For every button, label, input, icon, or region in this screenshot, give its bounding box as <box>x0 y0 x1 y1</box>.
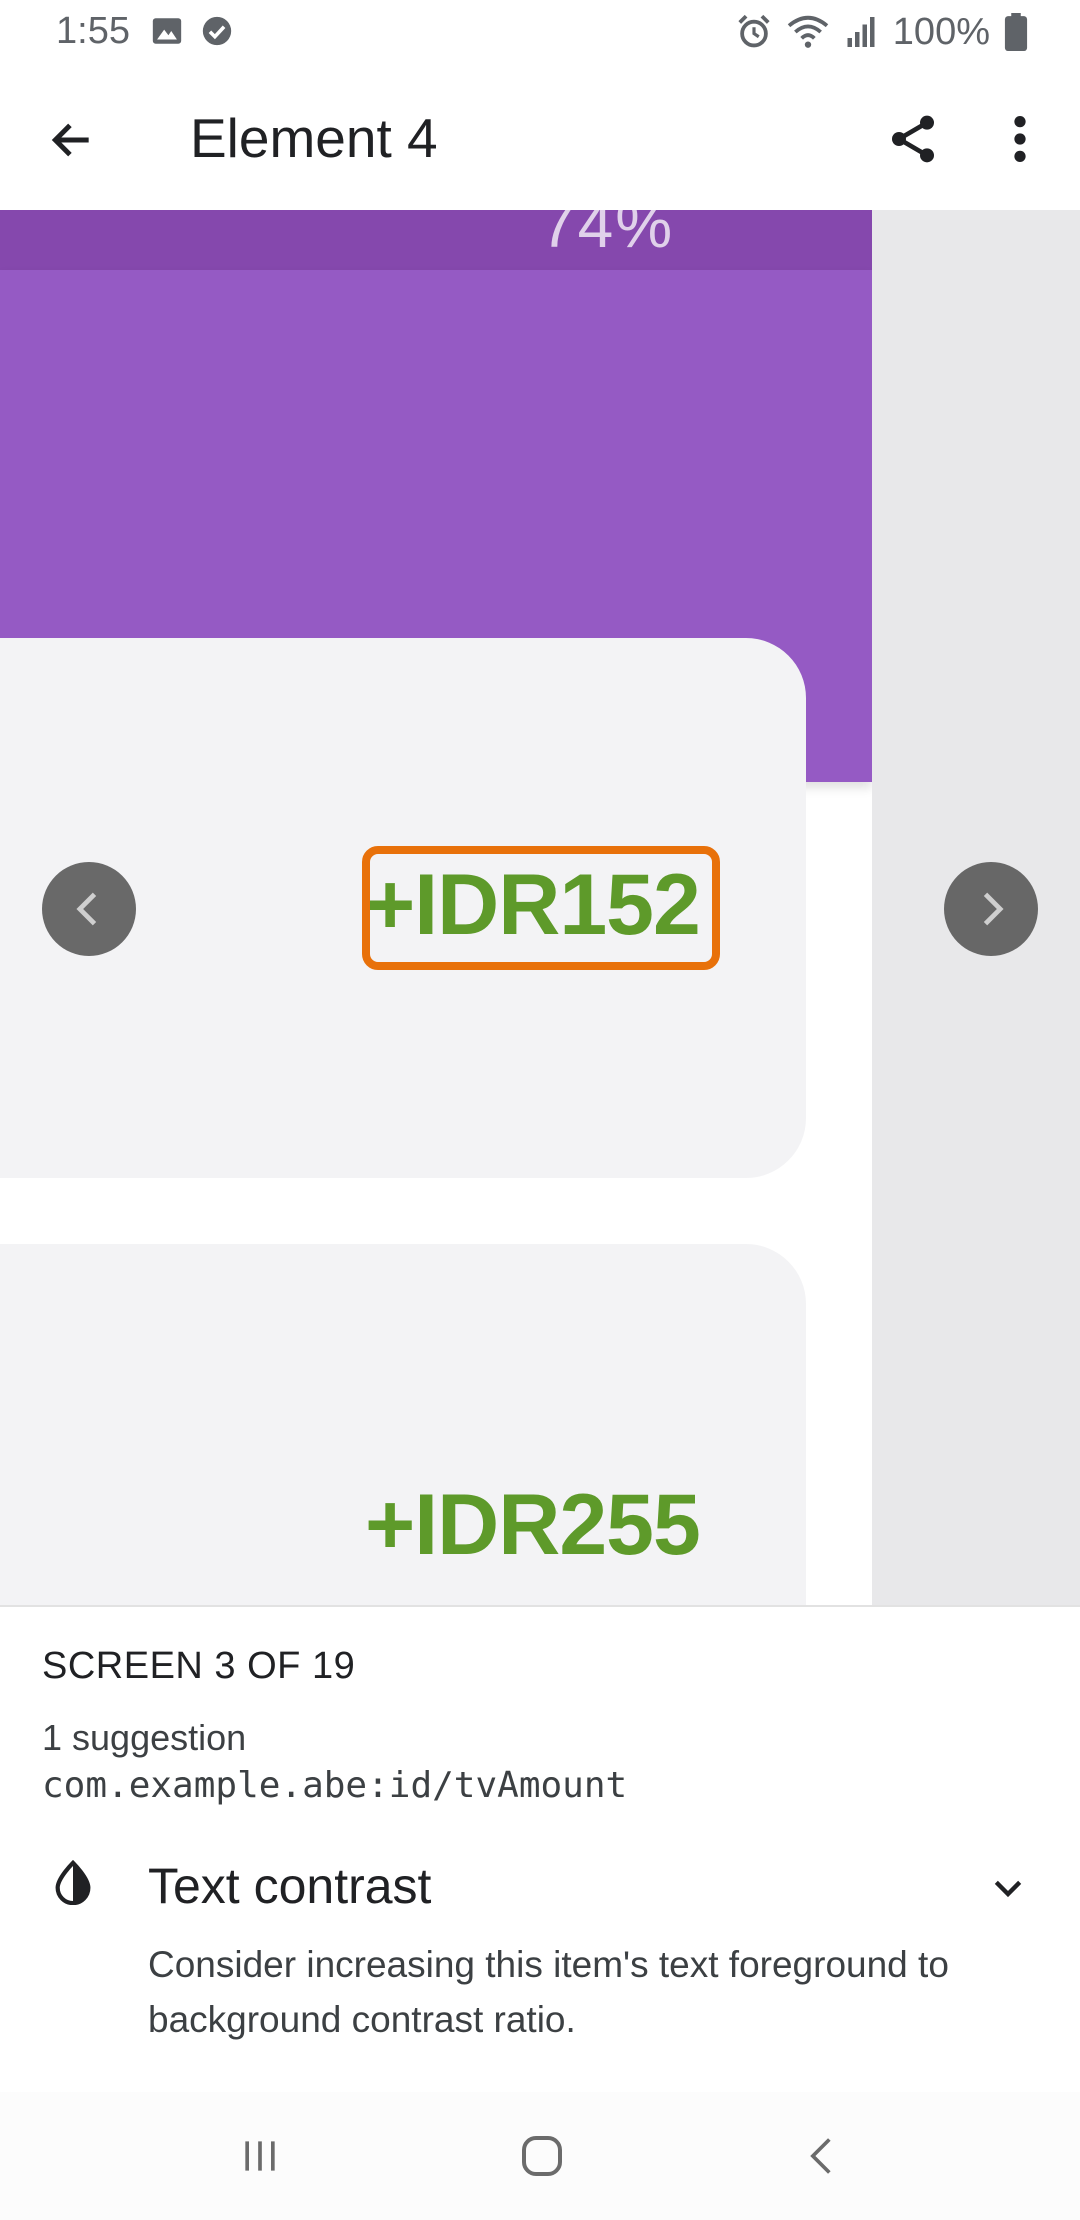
more-vert-icon <box>1014 116 1026 162</box>
home-icon <box>522 2136 562 2176</box>
more-options-button[interactable] <box>990 104 1050 174</box>
chevron-down-icon <box>994 1880 1022 1898</box>
system-nav-bar <box>0 2092 1080 2220</box>
transaction-amount: +IDR255 <box>365 1477 701 1573</box>
check-description: Consider increasing this item's text for… <box>148 1944 949 2040</box>
screenshot-preview[interactable]: 74% +IDR152 +IDR255 <box>0 210 1080 1605</box>
recent-apps-button[interactable] <box>210 2116 310 2196</box>
recent-apps-icon <box>245 2141 275 2171</box>
captured-status-bar: 74% <box>0 210 872 270</box>
signal-icon <box>847 17 875 47</box>
share-icon <box>892 115 934 163</box>
transaction-card: +IDR255 <box>0 1244 806 1605</box>
battery-icon <box>1004 13 1028 51</box>
back-arrow-icon <box>51 123 89 157</box>
status-time: 1:55 <box>56 10 130 52</box>
wifi-icon <box>787 15 829 48</box>
check-title[interactable]: Text contrast <box>148 1857 431 1915</box>
suggestions-sheet: SCREEN 3 OF 19 1 suggestion com.example.… <box>0 1605 1080 2092</box>
share-button[interactable] <box>878 104 948 174</box>
captured-battery-text: 74% <box>540 210 675 261</box>
back-icon <box>810 2138 831 2174</box>
image-icon <box>152 18 182 44</box>
element-highlight[interactable] <box>362 846 720 970</box>
status-right: 100% <box>735 10 1028 54</box>
alarm-icon <box>738 14 770 48</box>
back-button[interactable] <box>38 106 106 174</box>
status-bar: 1:55 100% <box>0 0 1080 66</box>
contrast-icon <box>55 1859 91 1905</box>
battery-percentage: 100% <box>892 10 990 53</box>
previous-element-button[interactable] <box>42 862 136 956</box>
chevron-right-icon <box>983 892 1004 926</box>
next-element-button[interactable] <box>944 862 1038 956</box>
expand-button[interactable] <box>980 1861 1036 1917</box>
chevron-left-icon <box>76 892 97 926</box>
screen-counter: SCREEN 3 OF 19 <box>42 1645 356 1687</box>
page-title: Element 4 <box>190 107 438 169</box>
resource-id: com.example.abe:id/tvAmount <box>42 1765 628 1806</box>
app-bar: Element 4 <box>0 66 1080 210</box>
check-circle-icon <box>202 16 232 46</box>
home-button[interactable] <box>492 2116 592 2196</box>
suggestion-count: 1 suggestion <box>42 1717 247 1758</box>
system-back-button[interactable] <box>772 2116 872 2196</box>
